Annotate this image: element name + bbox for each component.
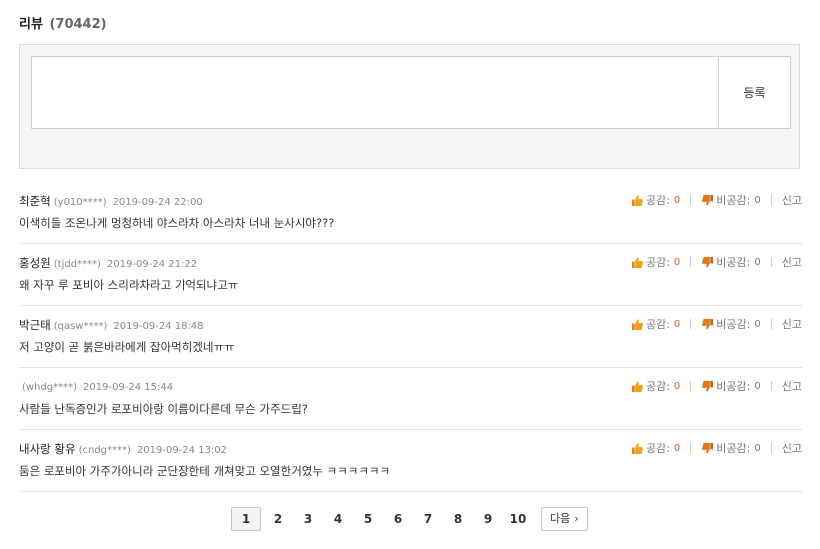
- reviews-title: 리뷰 (70442): [19, 13, 107, 32]
- thumbs-up-icon: [631, 256, 643, 268]
- review-date: 2019-09-24 22:00: [112, 197, 203, 208]
- review-item: (whdg****) 2019-09-24 15:44 사람들 난독증인가 로포비…: [19, 368, 802, 430]
- review-user-id: (tjdd****): [53, 259, 101, 270]
- report-button[interactable]: 신고: [782, 440, 802, 456]
- dislike-count: 0: [754, 380, 761, 392]
- dislike-count: 0: [754, 318, 761, 330]
- thumbs-up-icon: [631, 380, 643, 392]
- divider: [690, 443, 692, 453]
- divider: [770, 381, 772, 391]
- thumbs-down-icon: [702, 194, 714, 206]
- divider: [770, 195, 772, 205]
- divider: [770, 319, 772, 329]
- divider: [770, 257, 772, 267]
- like-count: 0: [673, 318, 681, 330]
- dislike-label: 비공감:: [716, 380, 751, 393]
- review-author: 최준혁: [19, 194, 51, 208]
- divider: [690, 195, 692, 205]
- review-author: 홍성원: [19, 256, 51, 270]
- dislike-label: 비공감:: [716, 256, 751, 269]
- like-label: 공감:: [645, 256, 670, 269]
- like-button[interactable]: 공감: 0: [631, 254, 680, 270]
- thumbs-down-icon: [702, 256, 714, 268]
- page-link[interactable]: 3: [293, 507, 323, 531]
- dislike-count: 0: [754, 194, 761, 206]
- review-date: 2019-09-24 15:44: [83, 382, 174, 393]
- review-item: 홍성원 (tjdd****) 2019-09-24 21:22 왜 자꾸 루 포비아…: [19, 244, 802, 306]
- page-link[interactable]: 10: [503, 507, 533, 531]
- submit-review-button[interactable]: 등록: [718, 56, 791, 129]
- thumbs-down-icon: [702, 318, 714, 330]
- divider: [690, 381, 692, 391]
- page-link[interactable]: 9: [473, 507, 503, 531]
- review-compose-box: 등록: [19, 44, 800, 169]
- like-button[interactable]: 공감: 0: [631, 440, 680, 456]
- dislike-button[interactable]: 비공감: 0: [701, 316, 761, 332]
- dislike-button[interactable]: 비공감: 0: [701, 440, 761, 456]
- review-user-id: (cndg****): [78, 445, 131, 456]
- thumbs-down-icon: [702, 380, 714, 392]
- review-item: 최준혁 (y010****) 2019-09-24 22:00 이색히들 조온나게 …: [19, 182, 802, 244]
- like-count: 0: [673, 380, 681, 392]
- page-link[interactable]: 7: [413, 507, 443, 531]
- dislike-button[interactable]: 비공감: 0: [701, 254, 761, 270]
- review-text: 저 고양이 곧 붉은바라에게 잡아먹히겠네ㅠㅠ: [19, 340, 235, 354]
- review-text: 사람들 난독증인가 로포비아랑 이름이다른데 무슨 가주드립?: [19, 402, 308, 416]
- review-author: 박근태: [19, 318, 51, 332]
- thumbs-down-icon: [702, 442, 714, 454]
- next-page-button[interactable]: 다음 ›: [541, 507, 588, 531]
- like-label: 공감:: [645, 318, 670, 331]
- page-link[interactable]: 5: [353, 507, 383, 531]
- report-button[interactable]: 신고: [782, 192, 802, 208]
- divider: [690, 257, 692, 267]
- review-date: 2019-09-24 13:02: [136, 445, 228, 456]
- like-count: 0: [673, 256, 681, 268]
- thumbs-up-icon: [631, 318, 643, 330]
- divider: [690, 319, 692, 329]
- like-label: 공감:: [645, 380, 670, 393]
- review-input[interactable]: [31, 56, 719, 129]
- chevron-right-icon: ›: [574, 512, 579, 525]
- review-date: 2019-09-24 18:48: [113, 321, 204, 332]
- pagination: 1 2 3 4 5 6 7 8 9 10 다음 ›: [231, 507, 588, 531]
- like-label: 공감:: [645, 194, 670, 207]
- review-user-id: (qasw****): [53, 321, 108, 332]
- like-label: 공감:: [645, 442, 670, 455]
- page-link-current[interactable]: 1: [231, 507, 261, 531]
- divider: [770, 443, 772, 453]
- review-text: 둠은 로포비아 가주가아니라 군단장한테 개쳐맞고 오열한거였누 ㅋㅋㅋㅋㅋㅋ: [19, 464, 391, 478]
- dislike-count: 0: [754, 442, 761, 454]
- dislike-label: 비공감:: [716, 442, 751, 455]
- review-text: 왜 자꾸 루 포비아 스리라차라고 기억되냐고ㅠ: [19, 278, 239, 292]
- reviews-count: (70442): [49, 17, 107, 32]
- report-button[interactable]: 신고: [782, 378, 802, 394]
- review-item: 내사랑 황유 (cndg****) 2019-09-24 13:02 둠은 로포비아…: [19, 430, 802, 492]
- dislike-label: 비공감:: [716, 318, 751, 331]
- review-item: 박근태 (qasw****) 2019-09-24 18:48 저 고양이 곧 붉은…: [19, 306, 802, 368]
- like-button[interactable]: 공감: 0: [631, 316, 680, 332]
- review-author: 내사랑 황유: [19, 442, 76, 456]
- dislike-count: 0: [754, 256, 761, 268]
- page-link[interactable]: 4: [323, 507, 353, 531]
- like-button[interactable]: 공감: 0: [631, 192, 680, 208]
- review-date: 2019-09-24 21:22: [106, 259, 198, 270]
- review-user-id: (y010****): [53, 197, 107, 208]
- dislike-button[interactable]: 비공감: 0: [701, 192, 761, 208]
- page-link[interactable]: 2: [263, 507, 293, 531]
- dislike-button[interactable]: 비공감: 0: [701, 378, 761, 394]
- review-user-id: (whdg****): [22, 382, 78, 393]
- like-count: 0: [673, 194, 681, 206]
- dislike-label: 비공감:: [716, 194, 751, 207]
- thumbs-up-icon: [631, 442, 643, 454]
- next-page-label: 다음: [550, 512, 571, 525]
- reviews-title-label: 리뷰: [19, 17, 43, 32]
- review-text: 이색히들 조온나게 멍청하네 야스라차 아스라차 너내 눈사시야???: [19, 216, 335, 230]
- like-count: 0: [673, 442, 681, 454]
- report-button[interactable]: 신고: [782, 254, 802, 270]
- report-button[interactable]: 신고: [782, 316, 802, 332]
- like-button[interactable]: 공감: 0: [631, 378, 680, 394]
- thumbs-up-icon: [631, 194, 643, 206]
- page-link[interactable]: 8: [443, 507, 473, 531]
- page-link[interactable]: 6: [383, 507, 413, 531]
